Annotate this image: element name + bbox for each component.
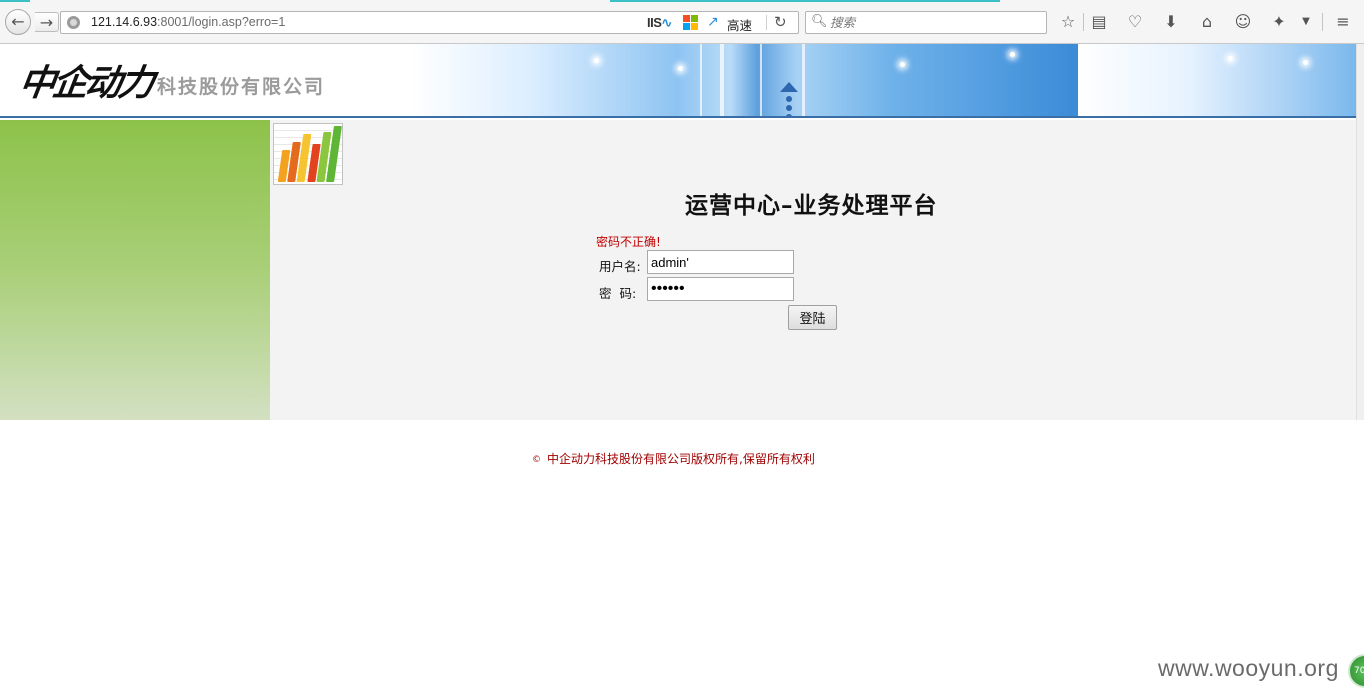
- watermark: www.wooyun.org: [1158, 655, 1339, 681]
- download-icon[interactable]: ⬇: [1160, 11, 1182, 33]
- url-separator: [766, 15, 767, 30]
- banner-artwork-right: [1078, 44, 1356, 116]
- windows-icon[interactable]: [683, 15, 699, 31]
- username-label: 用户名:: [599, 259, 641, 274]
- left-sidebar: [0, 120, 270, 420]
- copyright-text: 中企动力科技股份有限公司版权所有,保留所有权利: [547, 452, 815, 466]
- menu-icon[interactable]: ≡: [1332, 11, 1354, 33]
- globe-icon: [67, 16, 80, 29]
- banner-artwork: [410, 44, 1078, 116]
- chat-icon[interactable]: ☺: [1232, 11, 1254, 33]
- address-bar[interactable]: 121.14.6.93:8001/login.asp?erro=1 IIS∿ ↗…: [60, 11, 799, 34]
- company-name: 科技股份有限公司: [157, 76, 326, 98]
- dropdown-icon[interactable]: ▼: [1295, 11, 1317, 33]
- search-input[interactable]: [830, 14, 1040, 31]
- reload-icon[interactable]: ↻: [774, 13, 787, 31]
- bookmark-star-icon[interactable]: ☆: [1057, 11, 1079, 33]
- speed-label[interactable]: 高速: [727, 15, 752, 34]
- tab-strip-edge: [0, 0, 1364, 3]
- toolbar-separator: [1083, 13, 1084, 31]
- toolbar-separator: [1322, 13, 1323, 31]
- up-arrow-icon: [780, 82, 798, 92]
- speed-icon[interactable]: ↗: [707, 14, 719, 30]
- site-banner: 中企动力 科技股份有限公司: [0, 44, 1356, 118]
- company-logo: 中企动力: [16, 62, 155, 104]
- back-icon[interactable]: ←: [5, 9, 31, 35]
- search-box[interactable]: 🔍︎: [805, 11, 1047, 34]
- browser-toolbar: ← → 121.14.6.93:8001/login.asp?erro=1 II…: [0, 0, 1364, 44]
- page-title: 运营中心–业务处理平台: [685, 192, 938, 219]
- password-label: 密 码:: [599, 286, 637, 301]
- home-icon[interactable]: ⌂: [1196, 11, 1218, 33]
- iis-icon[interactable]: IIS∿: [647, 15, 672, 31]
- copyright-footer: © 中企动力科技股份有限公司版权所有,保留所有权利: [532, 450, 815, 467]
- search-icon: 🔍︎: [811, 14, 828, 29]
- url-text[interactable]: 121.14.6.93:8001/login.asp?erro=1: [91, 15, 285, 29]
- watermark-badge-icon: 70: [1348, 654, 1364, 688]
- scrollbar[interactable]: [1356, 44, 1364, 420]
- password-input[interactable]: [647, 277, 794, 301]
- addon-icon[interactable]: ✦: [1268, 11, 1290, 33]
- username-input[interactable]: [647, 250, 794, 274]
- error-message: 密码不正确!: [596, 235, 661, 249]
- pocket-icon[interactable]: ♡: [1124, 11, 1146, 33]
- login-button[interactable]: 登陆: [788, 305, 837, 330]
- reader-icon[interactable]: ▤: [1088, 11, 1110, 33]
- login-panel: 运营中心–业务处理平台 密码不正确! 用户名: 密 码: 登陆: [270, 120, 1356, 420]
- copyright-symbol: ©: [532, 455, 541, 465]
- bar-chart-thumbnail: [273, 123, 343, 185]
- forward-icon[interactable]: →: [35, 12, 59, 32]
